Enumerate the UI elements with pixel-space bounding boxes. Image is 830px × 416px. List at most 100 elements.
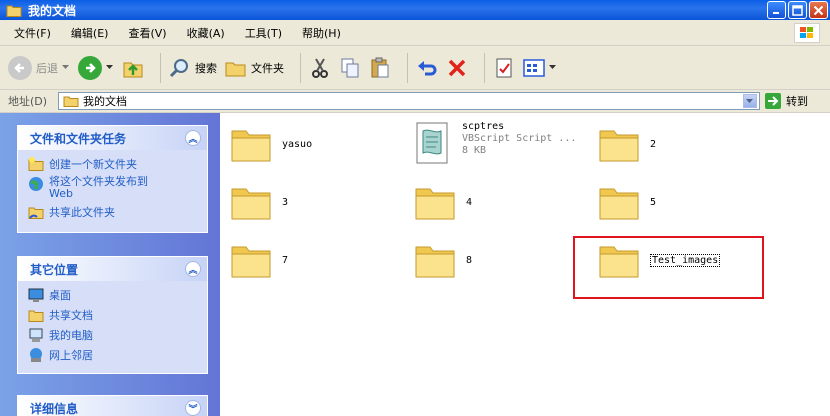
other-places-title: 其它位置 xyxy=(30,262,79,277)
highlight-box xyxy=(573,236,764,299)
file-item[interactable]: 4 xyxy=(414,183,472,221)
minimize-button[interactable] xyxy=(767,1,786,19)
undo-icon xyxy=(418,60,437,75)
address-value: 我的文档 xyxy=(83,95,127,108)
folder-icon xyxy=(599,188,639,220)
other-places-header[interactable]: 其它位置 ︽ xyxy=(18,257,207,281)
menu-file[interactable]: 文件(F) xyxy=(14,25,51,41)
folder-up-icon xyxy=(123,62,143,77)
title-bar[interactable]: 我的文档 xyxy=(0,0,830,20)
file-item[interactable]: 2 xyxy=(598,125,656,163)
expand-icon[interactable]: ︾ xyxy=(185,400,201,416)
file-item[interactable]: 5 xyxy=(598,183,656,221)
go-label: 转到 xyxy=(786,95,808,108)
menu-view[interactable]: 查看(V) xyxy=(128,25,166,41)
up-button[interactable] xyxy=(122,57,144,79)
folder-icon xyxy=(231,130,271,162)
forward-button[interactable] xyxy=(78,55,114,80)
file-tasks-header[interactable]: 文件和文件夹任务 ︽ xyxy=(18,126,207,150)
place-shared-documents[interactable]: 共享文档 xyxy=(28,307,207,323)
copy-icon xyxy=(341,58,359,77)
menu-tools[interactable]: 工具(T) xyxy=(245,25,282,41)
address-dropdown-button[interactable] xyxy=(743,94,757,108)
toolbar: 后退 搜索 文件夹 xyxy=(0,46,830,90)
scissors-icon xyxy=(312,57,328,78)
go-button[interactable]: 转到 xyxy=(764,92,808,110)
cut-button[interactable] xyxy=(309,57,331,79)
address-label: 地址(D) xyxy=(8,95,48,108)
collapse-icon[interactable]: ︽ xyxy=(185,261,201,277)
maximize-button[interactable] xyxy=(788,1,807,19)
details-header[interactable]: 详细信息 ︾ xyxy=(18,396,207,416)
delete-icon xyxy=(448,59,466,76)
details-title: 详细信息 xyxy=(30,401,79,416)
computer-icon xyxy=(28,327,44,343)
menu-help[interactable]: 帮助(H) xyxy=(302,25,341,41)
views-icon xyxy=(523,58,545,77)
file-tasks-panel: 文件和文件夹任务 ︽ 创建一个新文件夹 将这个文件夹发布到 Web 共享此文件夹 xyxy=(17,125,208,233)
back-arrow-icon xyxy=(8,55,32,80)
share-folder-icon xyxy=(28,204,44,220)
explorer-window: 我的文档 文件(F) 编辑(E) 查看(V) 收藏(A) 工具(T) 帮助(H)… xyxy=(0,0,830,416)
paste-button[interactable] xyxy=(369,57,391,79)
place-network[interactable]: 网上邻居 xyxy=(28,347,207,363)
globe-icon xyxy=(28,176,44,192)
chevron-down-icon xyxy=(106,65,113,69)
folder-icon xyxy=(415,246,455,278)
desktop-icon xyxy=(28,287,44,303)
menu-edit[interactable]: 编辑(E) xyxy=(71,25,109,41)
chevron-down-icon xyxy=(746,98,753,103)
file-item[interactable]: 8 xyxy=(414,241,472,279)
file-item[interactable]: yasuo xyxy=(230,125,312,163)
folder-icon xyxy=(415,188,455,220)
views-button[interactable] xyxy=(523,58,557,78)
delete-button[interactable] xyxy=(446,57,468,79)
window-title: 我的文档 xyxy=(28,3,77,18)
properties-button[interactable] xyxy=(493,57,515,79)
forward-arrow-icon xyxy=(78,55,102,80)
copy-button[interactable] xyxy=(339,57,361,79)
file-item[interactable]: 3 xyxy=(230,183,288,221)
file-tasks-title: 文件和文件夹任务 xyxy=(30,131,127,146)
my-documents-icon xyxy=(63,96,79,107)
folder-icon xyxy=(231,188,271,220)
task-pane: 文件和文件夹任务 ︽ 创建一个新文件夹 将这个文件夹发布到Web 共享此文件夹 xyxy=(0,112,220,416)
folder-icon xyxy=(28,307,44,323)
collapse-icon[interactable]: ︽ xyxy=(185,130,201,146)
network-icon xyxy=(28,347,44,363)
go-arrow-icon xyxy=(765,93,781,109)
search-icon xyxy=(169,58,188,77)
menu-bar: 文件(F) 编辑(E) 查看(V) 收藏(A) 工具(T) 帮助(H) xyxy=(0,20,830,46)
task-share-folder[interactable]: 共享此文件夹 xyxy=(28,204,207,220)
folder-icon xyxy=(599,130,639,162)
task-publish-web[interactable]: 将这个文件夹发布到 Web xyxy=(28,176,207,200)
address-input[interactable]: 我的文档 xyxy=(58,92,760,110)
folders-label: 文件夹 xyxy=(251,61,284,75)
new-folder-icon xyxy=(28,156,44,172)
folders-icon xyxy=(225,62,246,76)
details-panel: 详细信息 ︾ xyxy=(17,395,208,416)
folders-button[interactable]: 文件夹 xyxy=(225,58,284,78)
back-label: 后退 xyxy=(36,61,58,75)
file-item[interactable]: scptres VBScript Script ... 8 KB xyxy=(414,121,576,167)
paste-icon xyxy=(371,57,389,77)
search-button[interactable]: 搜索 xyxy=(169,57,217,79)
properties-icon xyxy=(496,58,512,77)
place-desktop[interactable]: 桌面 xyxy=(28,287,207,303)
undo-button[interactable] xyxy=(416,57,438,79)
other-places-panel: 其它位置 ︽ 桌面 共享文档 我的电脑 网上邻居 xyxy=(17,256,208,374)
chevron-down-icon xyxy=(549,65,556,69)
folder-icon xyxy=(231,246,271,278)
file-item[interactable]: 7 xyxy=(230,241,288,279)
menu-favorites[interactable]: 收藏(A) xyxy=(187,25,225,41)
script-file-icon xyxy=(416,122,448,164)
windows-logo-icon xyxy=(794,23,820,43)
search-label: 搜索 xyxy=(195,61,217,75)
place-my-computer[interactable]: 我的电脑 xyxy=(28,327,207,343)
close-button[interactable] xyxy=(809,1,828,19)
chevron-down-icon xyxy=(62,65,69,69)
task-new-folder[interactable]: 创建一个新文件夹 xyxy=(28,156,207,172)
address-bar: 地址(D) 我的文档 转到 xyxy=(0,90,830,112)
folder-icon xyxy=(6,4,22,17)
back-button[interactable]: 后退 xyxy=(8,55,70,80)
